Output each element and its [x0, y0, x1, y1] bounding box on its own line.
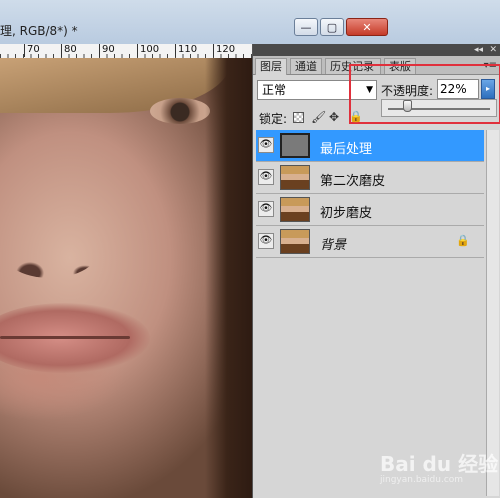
ruler-tick: 90	[99, 44, 115, 57]
watermark-url: jingyan.baidu.com	[380, 475, 464, 485]
layer-thumbnail	[280, 197, 310, 222]
ruler-tick: 120	[213, 44, 235, 57]
lock-icon[interactable]: 🔒	[349, 110, 363, 123]
eye-region	[150, 98, 210, 124]
watermark: Bai du 经验	[380, 452, 499, 476]
document-title: 理, RGB/8*) *	[0, 24, 78, 38]
layer-thumbnail	[280, 165, 310, 190]
eye-icon[interactable]: 👁	[258, 169, 274, 185]
layer-name: 最后处理	[320, 142, 373, 157]
layer-name: 背景	[320, 238, 347, 253]
layer-thumbnail	[280, 229, 310, 254]
lock-icon: 🔒	[456, 234, 470, 247]
layer-row[interactable]: 👁 初步磨皮	[256, 194, 484, 226]
ruler-tick: 70	[24, 44, 40, 57]
collapse-icon[interactable]: ◂◂	[474, 44, 483, 56]
brush-icon[interactable]: 🖌	[311, 110, 326, 124]
eye-icon[interactable]: 👁	[258, 233, 274, 249]
layer-name: 初步磨皮	[320, 206, 373, 221]
ruler-tick: 100	[137, 44, 159, 57]
ruler-tick: 110	[175, 44, 197, 57]
layer-thumbnail	[280, 133, 310, 158]
layer-list: 👁 最后处理 👁 第二次磨皮 👁 初步磨皮 👁 背景 🔒	[256, 130, 484, 258]
horizontal-ruler: 70 80 90 100 110 120	[0, 44, 260, 59]
layer-name: 第二次磨皮	[320, 174, 386, 189]
panel-close-icon[interactable]: ✕	[489, 44, 497, 56]
minimize-button[interactable]: —	[294, 18, 318, 36]
ruler-tick: 80	[61, 44, 77, 57]
layer-row[interactable]: 👁 第二次磨皮	[256, 162, 484, 194]
panel-header: ◂◂ ✕	[253, 44, 500, 56]
close-button[interactable]: ✕	[346, 18, 388, 36]
maximize-button[interactable]: ▢	[320, 18, 344, 36]
layer-list-scrollbar[interactable]	[486, 130, 499, 496]
lock-transparent-icon[interactable]	[293, 112, 304, 123]
move-icon[interactable]: ✥	[329, 110, 339, 124]
hair-region	[205, 58, 255, 498]
lock-label: 锁定:	[259, 112, 288, 126]
highlight-box	[349, 64, 500, 124]
photo-canvas[interactable]	[0, 58, 255, 498]
layer-row[interactable]: 👁 最后处理	[256, 130, 484, 162]
blend-mode-value: 正常	[262, 83, 287, 97]
tab-layers[interactable]: 图层	[255, 58, 287, 75]
lip-line	[0, 336, 130, 339]
document-title-bar: 理, RGB/8*) * — ▢ ✕	[0, 0, 500, 44]
tab-channels[interactable]: 通道	[290, 58, 322, 74]
eye-icon[interactable]: 👁	[258, 201, 274, 217]
eye-icon[interactable]: 👁	[258, 137, 274, 153]
nose-region	[0, 218, 100, 278]
layers-panel: ◂◂ ✕ 图层 通道 历史记录 表版 ▾≡ 正常 ▼ 不透明度: 22% ▸ 锁…	[252, 44, 500, 498]
layer-row[interactable]: 👁 背景 🔒	[256, 226, 484, 258]
